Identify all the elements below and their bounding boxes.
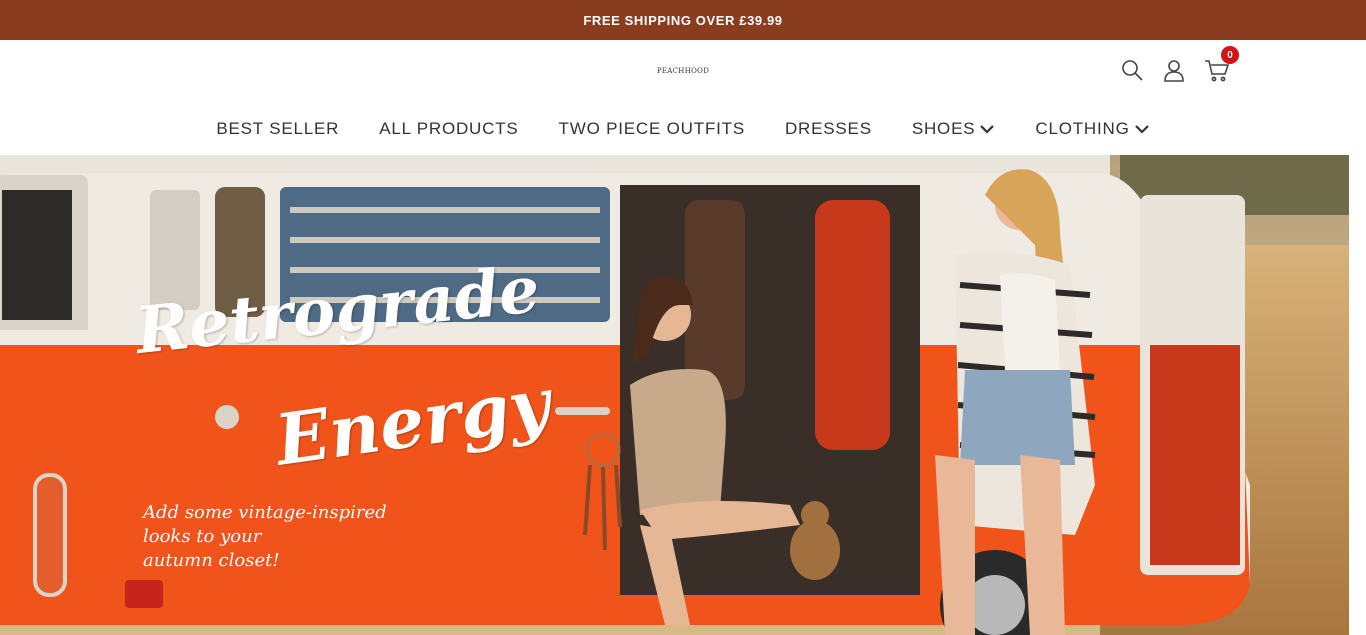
cart-icon[interactable]: 0	[1204, 46, 1239, 82]
brand-logo[interactable]: PEACHHOOD	[633, 50, 733, 92]
nav-label: DRESSES	[784, 118, 872, 138]
chevron-down-icon	[1134, 124, 1149, 134]
nav-item-clothing[interactable]: CLOTHING	[1035, 119, 1149, 139]
header-icons: 0	[1120, 46, 1239, 82]
nav-label: BEST SELLER	[216, 118, 340, 138]
nav-item-shoes[interactable]: SHOES	[912, 119, 996, 139]
hero-subtitle-line: looks to your	[143, 526, 262, 547]
nav-item-dresses[interactable]: DRESSES	[785, 119, 872, 139]
cart-count-badge: 0	[1221, 46, 1239, 64]
nav-label: CLOTHING	[1035, 118, 1130, 138]
main-nav: BEST SELLER ALL PRODUCTS TWO PIECE OUTFI…	[0, 102, 1366, 155]
brand-logo-text: PEACHHOOD	[656, 67, 710, 75]
announcement-text: FREE SHIPPING OVER £39.99	[583, 12, 783, 28]
search-icon[interactable]	[1120, 58, 1144, 82]
site-header: PEACHHOOD 0	[0, 40, 1366, 102]
hero-subtitle-line: autumn closet!	[143, 550, 280, 571]
nav-item-two-piece-outfits[interactable]: TWO PIECE OUTFITS	[559, 119, 745, 139]
chevron-down-icon	[980, 124, 995, 134]
hero-subtitle-line: Add some vintage-inspired	[143, 502, 387, 523]
announcement-bar: FREE SHIPPING OVER £39.99	[0, 0, 1366, 40]
nav-item-all-products[interactable]: ALL PRODUCTS	[379, 119, 518, 139]
hero-banner[interactable]: Retrograde Energy Add some vintage-inspi…	[0, 155, 1349, 635]
user-icon[interactable]	[1162, 58, 1186, 82]
hero-subtitle: Add some vintage-inspired looks to your …	[143, 501, 433, 573]
nav-label: TWO PIECE OUTFITS	[558, 118, 745, 138]
nav-item-best-seller[interactable]: BEST SELLER	[216, 119, 339, 139]
nav-label: ALL PRODUCTS	[379, 118, 519, 138]
nav-label: SHOES	[911, 118, 976, 138]
